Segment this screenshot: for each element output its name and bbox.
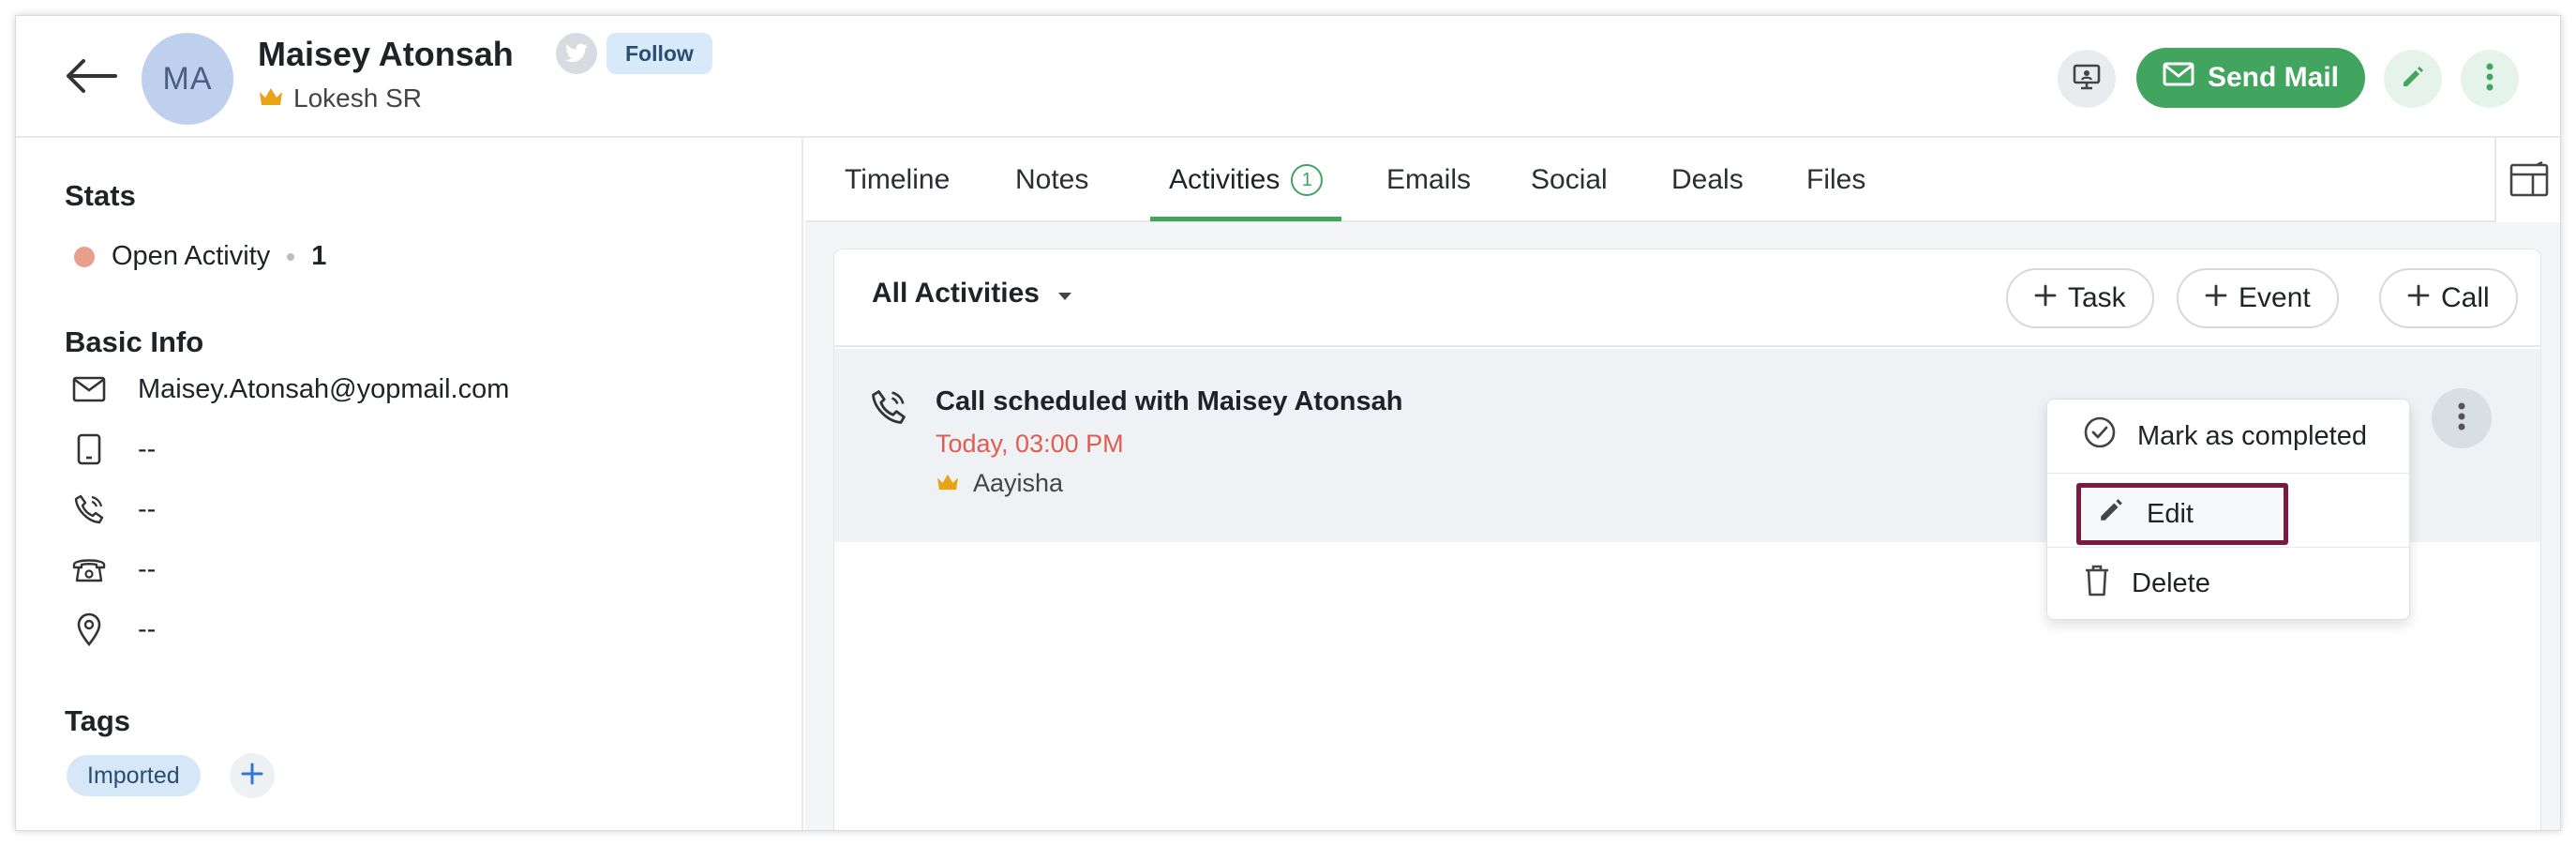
- stats-title: Stats: [65, 179, 136, 212]
- delete-label: Delete: [2132, 568, 2210, 598]
- contact-header: MA Maisey Atonsah Lokesh SR Follow Send …: [16, 16, 2560, 138]
- add-call-button[interactable]: Call: [2379, 268, 2518, 328]
- caret-down-icon: [1056, 278, 1073, 310]
- avatar: MA: [142, 33, 233, 125]
- tab-files[interactable]: Files: [1806, 138, 1865, 222]
- activities-toolbar: All Activities Task Event Call: [834, 249, 2540, 347]
- activity-more-button[interactable]: [2432, 388, 2492, 448]
- vertical-dots-icon: [2486, 63, 2494, 96]
- address-value: --: [138, 613, 157, 644]
- add-tag-button[interactable]: [230, 753, 275, 798]
- email-row: Maisey.Atonsah@yopmail.com: [70, 370, 509, 408]
- tab-activities-label: Activities: [1169, 164, 1281, 195]
- address-row: --: [70, 611, 156, 648]
- tag-chip[interactable]: Imported: [67, 755, 201, 796]
- activity-panel: Timeline Notes Activities 1 Emails Socia…: [805, 138, 2560, 830]
- back-arrow-icon[interactable]: [63, 57, 119, 95]
- mobile-phone-icon: [70, 431, 108, 468]
- crown-icon: [936, 469, 960, 498]
- mail-icon: [2163, 62, 2194, 94]
- edit-menu-content: Edit: [2098, 488, 2194, 540]
- mark-completed-label: Mark as completed: [2137, 420, 2367, 451]
- tab-notes[interactable]: Notes: [1015, 138, 1088, 222]
- pencil-icon: [2401, 65, 2425, 94]
- activity-filter-dropdown[interactable]: All Activities: [872, 278, 1073, 310]
- edit-highlight-box[interactable]: Edit: [2076, 483, 2288, 545]
- contact-name: Maisey Atonsah: [258, 35, 514, 73]
- activity-time: Today, 03:00 PM: [936, 430, 1124, 458]
- owner-name: Lokesh SR: [293, 83, 422, 113]
- mobile-row: --: [70, 431, 156, 468]
- email-value[interactable]: Maisey.Atonsah@yopmail.com: [138, 374, 509, 405]
- owner-row: Lokesh SR: [258, 83, 422, 113]
- presentation-button[interactable]: [2058, 50, 2116, 108]
- home-phone-row: --: [70, 551, 156, 588]
- separator-dot: [287, 252, 295, 261]
- tab-emails[interactable]: Emails: [1386, 138, 1471, 222]
- status-dot: [74, 246, 95, 267]
- add-call-label: Call: [2441, 282, 2490, 313]
- more-options-button[interactable]: [2461, 50, 2519, 108]
- follow-button[interactable]: Follow: [607, 33, 712, 74]
- activity-owner-name: Aayisha: [973, 469, 1064, 497]
- trash-icon: [2083, 564, 2111, 605]
- open-activity-stat[interactable]: Open Activity 1: [74, 241, 326, 272]
- envelope-icon: [70, 370, 108, 408]
- vertical-dots-icon: [2458, 402, 2465, 435]
- monitor-icon: [2072, 63, 2102, 96]
- plus-icon: [2205, 282, 2227, 314]
- location-pin-icon: [70, 611, 108, 648]
- add-task-label: Task: [2068, 282, 2126, 313]
- pencil-icon: [2098, 497, 2124, 531]
- tab-social[interactable]: Social: [1531, 138, 1608, 222]
- open-activity-count: 1: [311, 241, 327, 271]
- mark-completed-menu-item[interactable]: Mark as completed: [2047, 400, 2409, 473]
- tags-title: Tags: [65, 704, 131, 737]
- plus-icon: [240, 762, 264, 791]
- activity-filter-label: All Activities: [872, 278, 1040, 309]
- contact-info-panel: Stats Open Activity 1 Basic Info Maisey.…: [16, 138, 803, 830]
- edit-label: Edit: [2147, 498, 2194, 529]
- add-event-label: Event: [2239, 282, 2311, 313]
- phone-value: --: [138, 493, 157, 524]
- tab-timeline[interactable]: Timeline: [845, 138, 950, 222]
- add-task-button[interactable]: Task: [2006, 268, 2154, 328]
- tab-deals[interactable]: Deals: [1671, 138, 1744, 222]
- activity-title[interactable]: Call scheduled with Maisey Atonsah: [936, 386, 1402, 417]
- basic-info-title: Basic Info: [65, 325, 204, 358]
- send-mail-button[interactable]: Send Mail: [2136, 48, 2365, 108]
- phone-call-icon: [870, 388, 907, 431]
- tab-activities[interactable]: Activities 1: [1169, 138, 1324, 222]
- mobile-value: --: [138, 433, 157, 464]
- home-phone-value: --: [138, 553, 157, 584]
- telephone-icon: [70, 551, 108, 588]
- twitter-icon[interactable]: [556, 33, 597, 74]
- plus-icon: [2034, 282, 2057, 314]
- activities-count-badge: 1: [1291, 164, 1324, 196]
- activity-owner: Aayisha: [936, 469, 1063, 498]
- open-activity-label: Open Activity: [112, 241, 271, 271]
- edit-contact-button[interactable]: [2384, 50, 2442, 108]
- panel-layout-icon[interactable]: [2494, 138, 2560, 222]
- phone-icon: [70, 491, 108, 528]
- plus-icon: [2407, 282, 2430, 314]
- add-event-button[interactable]: Event: [2177, 268, 2339, 328]
- send-mail-label: Send Mail: [2207, 62, 2340, 93]
- contact-detail-window: MA Maisey Atonsah Lokesh SR Follow Send …: [15, 15, 2561, 831]
- phone-row: --: [70, 491, 156, 528]
- delete-menu-item[interactable]: Delete: [2047, 547, 2409, 620]
- check-circle-icon: [2083, 415, 2117, 457]
- crown-icon: [258, 83, 284, 113]
- active-tab-indicator: [1150, 217, 1341, 221]
- tabs-bar: Timeline Notes Activities 1 Emails Socia…: [805, 138, 2560, 222]
